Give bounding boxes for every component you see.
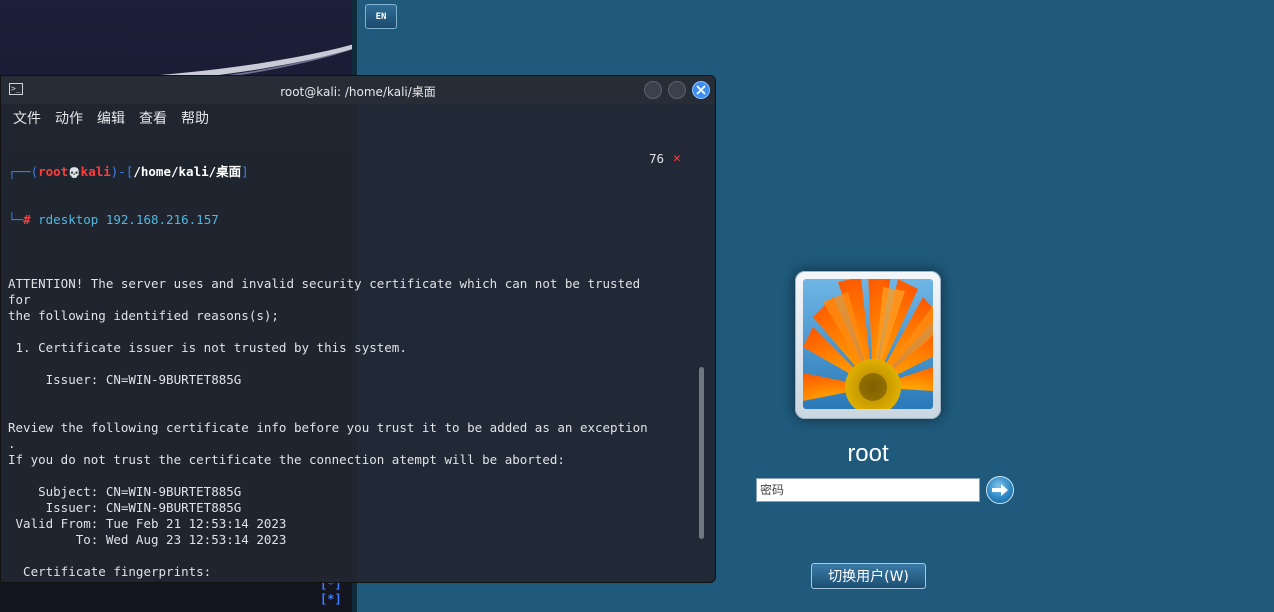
close-button[interactable] [692,81,710,99]
output-line: for [8,292,31,307]
output-line: Subject: CN=WIN-9BURTET885G [8,484,242,499]
prompt-open: ┌──( [8,164,39,179]
prompt-close: ] [241,164,249,179]
output-line: Certificate fingerprints: [8,564,212,579]
output-line: Issuer: CN=WIN-9BURTET885G [8,372,242,387]
output-line: If you do not trust the certificate the … [8,452,565,467]
background-terminal-line: [*] [320,592,342,606]
output-line: Review the following certificate info be… [8,420,648,435]
menu-edit[interactable]: 编辑 [97,108,125,128]
username-label: root [847,440,889,467]
menu-view[interactable]: 查看 [139,108,167,128]
terminal-window: >_ root@kali: /home/kali/桌面 文件 动作 编辑 查看 … [0,75,716,583]
menu-help[interactable]: 帮助 [181,108,209,128]
arrow-right-icon [992,484,1008,496]
skull-icon: 💀 [68,168,81,179]
command-text: rdesktop 192.168.216.157 [38,212,219,227]
minimize-button[interactable] [644,81,662,99]
line-count: 76 [649,151,665,166]
user-avatar [795,271,941,419]
prompt-hash: # [23,212,31,227]
flower-picture-icon [803,279,933,409]
menu-file[interactable]: 文件 [13,108,41,128]
terminal-scrollbar[interactable] [699,367,704,539]
prompt-user: root [38,164,69,179]
output-line: Issuer: CN=WIN-9BURTET885G [8,500,242,515]
terminal-title: root@kali: /home/kali/桌面 [280,85,436,99]
switch-user-button[interactable]: 切换用户(W) [811,563,926,589]
terminal-output[interactable]: ┌──(root💀kali)-[/home/kali/桌面] └─# rdesk… [1,132,706,582]
prompt-line-1: ┌──(root💀kali)-[/home/kali/桌面] [8,164,706,180]
prompt-host: kali [80,164,111,179]
output-block: ATTENTION! The server uses and invalid s… [8,260,706,582]
output-line: . [8,436,16,451]
maximize-button[interactable] [668,81,686,99]
password-input[interactable] [756,478,980,502]
prompt-corner: └─ [8,212,24,227]
output-line: the following identified reasons(s); [8,308,279,323]
prompt-sep: )-[ [110,164,134,179]
output-line: ATTENTION! The server uses and invalid s… [8,276,641,291]
prompt-line-2: └─# rdesktop 192.168.216.157 [8,212,706,228]
output-line: 1. Certificate issuer is not trusted by … [8,340,407,355]
prompt-path: /home/kali/桌面 [133,164,242,179]
output-line: Valid From: Tue Feb 21 12:53:14 2023 [8,516,287,531]
terminal-titlebar[interactable]: >_ root@kali: /home/kali/桌面 [1,76,715,104]
error-status-icon: ✕ [673,151,681,166]
language-indicator-button[interactable]: EN [365,4,397,29]
submit-arrow-button[interactable] [986,476,1014,504]
output-line: To: Wed Aug 23 12:53:14 2023 [8,532,287,547]
close-icon [696,85,706,95]
terminal-menubar: 文件 动作 编辑 查看 帮助 [1,104,715,132]
menu-action[interactable]: 动作 [55,108,83,128]
